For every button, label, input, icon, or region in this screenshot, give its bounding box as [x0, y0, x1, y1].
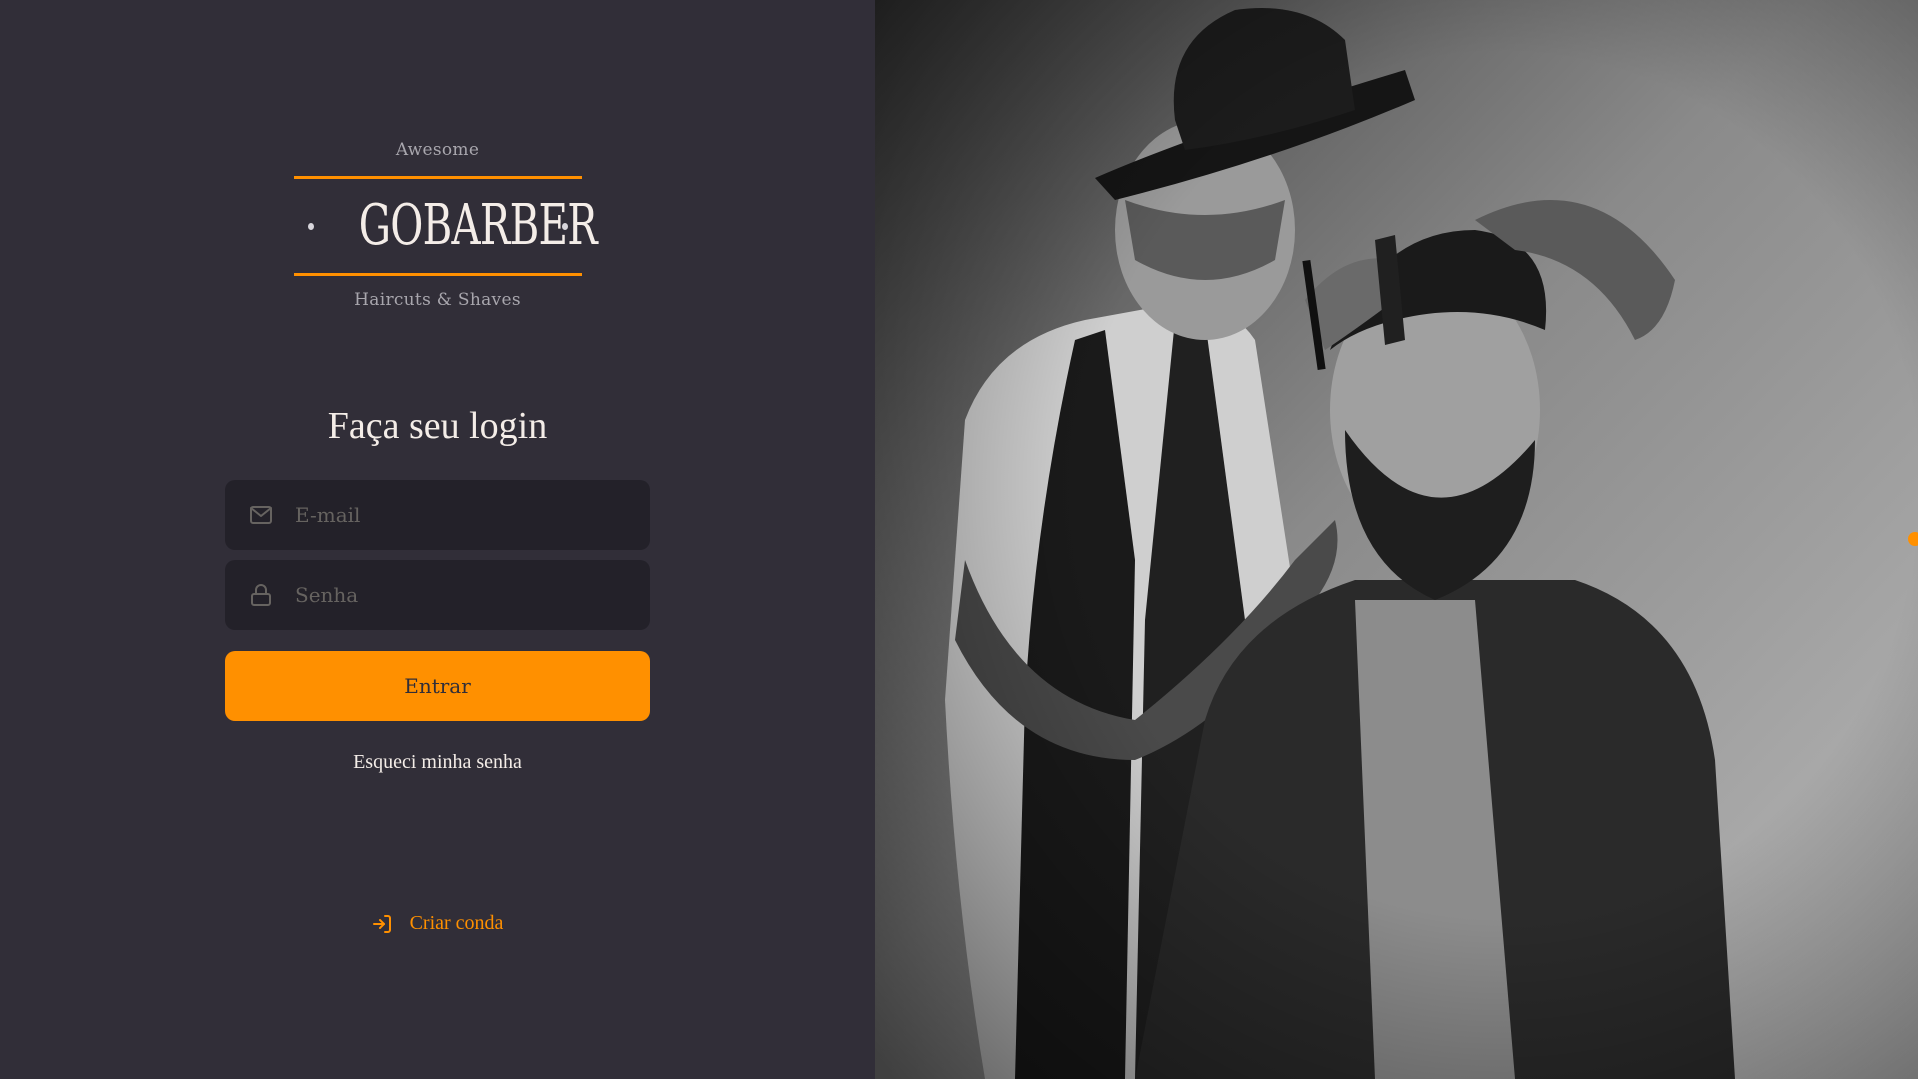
- barber-photo-illustration: [875, 0, 1918, 1079]
- mail-icon: [249, 503, 273, 527]
- email-input[interactable]: [293, 502, 637, 528]
- gobarber-logo: Awesome GOBARBER Haircuts & Shaves: [293, 140, 597, 310]
- email-field[interactable]: [225, 480, 650, 550]
- login-title: Faça seu login: [327, 405, 548, 447]
- password-field[interactable]: [225, 560, 650, 630]
- log-in-icon: [372, 913, 394, 935]
- logo-dot-left: [307, 222, 314, 230]
- create-account-link[interactable]: Criar conda: [0, 912, 875, 935]
- password-input[interactable]: [293, 582, 637, 608]
- forgot-password-link[interactable]: Esqueci minha senha: [353, 751, 522, 774]
- lock-icon: [249, 583, 273, 607]
- logo-rule-bottom: [293, 273, 582, 276]
- login-page: Awesome GOBARBER Haircuts & Shaves Faça …: [0, 0, 1918, 1079]
- logo-tagline-top: Awesome: [395, 140, 480, 160]
- logo-tagline-bottom: Haircuts & Shaves: [354, 290, 521, 310]
- login-panel: Awesome GOBARBER Haircuts & Shaves Faça …: [0, 0, 875, 1079]
- edge-indicator: [1908, 532, 1918, 546]
- login-button[interactable]: Entrar: [225, 651, 650, 721]
- logo-wordmark: GOBARBER: [294, 179, 597, 273]
- create-account-label: Criar conda: [409, 912, 504, 934]
- barber-photo: [875, 0, 1918, 1079]
- logo-name: GOBARBER: [358, 193, 597, 258]
